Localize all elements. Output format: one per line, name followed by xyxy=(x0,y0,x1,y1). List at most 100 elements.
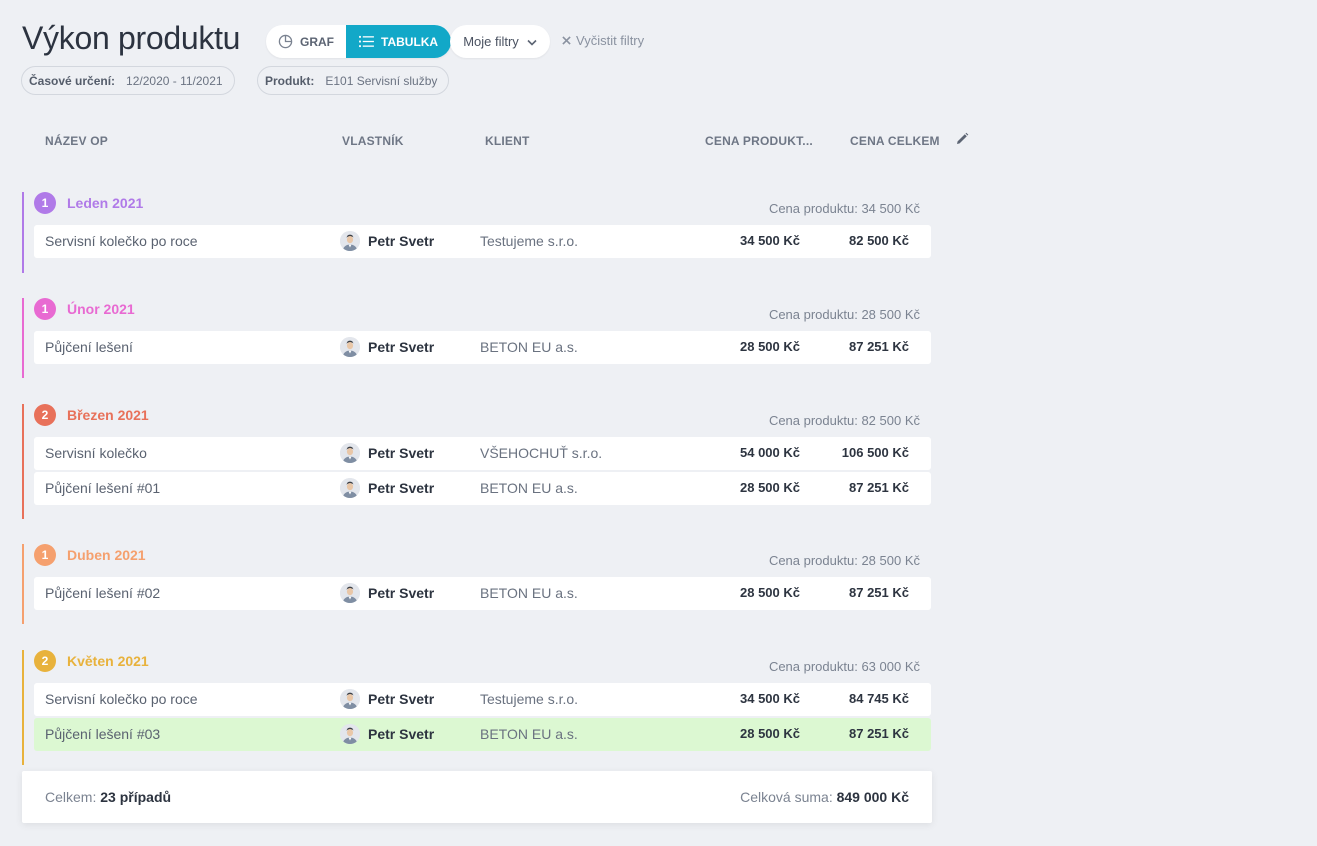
total-sum: Celková suma: 849 000 Kč xyxy=(740,789,909,805)
pie-chart-icon xyxy=(278,34,293,49)
row-total-price: 87 251 Kč xyxy=(849,726,909,741)
group-price-sum: Cena produktu: 34 500 Kč xyxy=(768,201,920,216)
total-count-value: 23 případů xyxy=(100,789,172,805)
graph-view-button[interactable]: GRAF xyxy=(266,25,346,58)
table-row[interactable]: Půjčení lešení #02 Petr Svetr BETON EU a.s… xyxy=(34,577,931,610)
close-icon xyxy=(562,33,571,48)
group-title[interactable]: Duben 2021 xyxy=(67,547,146,563)
group-title[interactable]: Březen 2021 xyxy=(67,407,149,423)
group-price-sum: Cena produktu: 28 500 Kč xyxy=(768,307,920,322)
table-view-button[interactable]: TABULKA xyxy=(346,25,452,58)
column-header-name[interactable]: NÁZEV OP xyxy=(45,134,108,148)
row-owner: Petr Svetr xyxy=(340,337,434,357)
edit-columns-button[interactable] xyxy=(955,132,969,151)
group-title[interactable]: Leden 2021 xyxy=(67,195,143,211)
table-row[interactable]: Servisní kolečko po roce Petr Svetr Testuj… xyxy=(34,683,931,716)
group-accent-bar xyxy=(22,298,24,378)
row-owner: Petr Svetr xyxy=(340,689,434,709)
group-accent-bar xyxy=(22,544,24,624)
page: Výkon produktu GRAF TABULKA Moje filtry … xyxy=(0,0,1317,846)
pencil-icon xyxy=(955,132,969,150)
product-chip-value: E101 Servisní služby xyxy=(325,73,438,88)
row-owner-name: Petr Svetr xyxy=(368,480,435,496)
row-product-price: 34 500 Kč xyxy=(740,691,800,706)
product-chip-label: Produkt: xyxy=(265,73,315,88)
group-title[interactable]: Únor 2021 xyxy=(67,301,135,317)
column-header-total-price[interactable]: CENA CELKEM xyxy=(850,134,940,148)
row-total-price: 82 500 Kč xyxy=(849,233,909,248)
table-row[interactable]: Půjčení lešení #03 Petr Svetr BETON EU a.s… xyxy=(34,718,931,751)
total-sum-value: 849 000 Kč xyxy=(836,789,909,805)
row-client: BETON EU a.s. xyxy=(480,585,578,601)
row-total-price: 87 251 Kč xyxy=(849,480,909,495)
my-filters-label: Moje filtry xyxy=(463,34,519,49)
row-op-name: Půjčení lešení #01 xyxy=(45,480,161,496)
column-header-product-price[interactable]: CENA PRODUKT... xyxy=(705,134,813,148)
table-row[interactable]: Půjčení lešení #01 Petr Svetr BETON EU a.s… xyxy=(34,472,931,505)
row-owner: Petr Svetr xyxy=(340,724,434,744)
group-count-badge: 1 xyxy=(34,192,56,214)
row-client: VŠEHOCHUŤ s.r.o. xyxy=(480,445,603,461)
avatar xyxy=(340,583,360,603)
group-price-sum: Cena produktu: 82 500 Kč xyxy=(768,413,920,428)
row-op-name: Servisní kolečko xyxy=(45,445,147,461)
month-group: 2 Květen 2021 Cena produktu: 63 000 Kč Serv… xyxy=(22,650,932,765)
row-total-price: 84 745 Kč xyxy=(849,691,909,706)
table-row[interactable]: Servisní kolečko po roce Petr Svetr Testuj… xyxy=(34,225,931,258)
row-owner-name: Petr Svetr xyxy=(368,726,435,742)
group-title[interactable]: Květen 2021 xyxy=(67,653,149,669)
period-filter-chip[interactable]: Časové určení: 12/2020 - 11/2021 xyxy=(21,66,235,95)
row-owner: Petr Svetr xyxy=(340,231,434,251)
my-filters-dropdown[interactable]: Moje filtry xyxy=(450,25,550,58)
total-sum-label: Celková suma: xyxy=(740,789,833,805)
row-op-name: Půjčení lešení #02 xyxy=(45,585,161,601)
row-op-name: Půjčení lešení xyxy=(45,339,133,355)
group-count-badge: 1 xyxy=(34,544,56,566)
graph-view-label: GRAF xyxy=(300,34,334,49)
table-row[interactable]: Půjčení lešení Petr Svetr BETON EU a.s. 28 … xyxy=(34,331,931,364)
clear-filters-button[interactable]: Vyčistit filtry xyxy=(562,33,644,48)
row-op-name: Půjčení lešení #03 xyxy=(45,726,161,742)
group-price-sum: Cena produktu: 28 500 Kč xyxy=(768,553,920,568)
page-title: Výkon produktu xyxy=(22,20,241,56)
table-view-label: TABULKA xyxy=(381,34,439,49)
avatar xyxy=(340,689,360,709)
group-count-badge: 1 xyxy=(34,298,56,320)
group-accent-bar xyxy=(22,650,24,765)
summary-footer: Celkem: 23 případů Celková suma: 849 000… xyxy=(22,771,932,823)
list-icon xyxy=(359,35,374,48)
row-client: BETON EU a.s. xyxy=(480,480,578,496)
column-header-client[interactable]: KLIENT xyxy=(485,134,530,148)
row-op-name: Servisní kolečko po roce xyxy=(45,691,198,707)
row-owner-name: Petr Svetr xyxy=(368,691,435,707)
avatar xyxy=(340,724,360,744)
view-toggle: GRAF TABULKA xyxy=(266,25,452,58)
row-owner-name: Petr Svetr xyxy=(368,445,435,461)
row-owner-name: Petr Svetr xyxy=(368,233,435,249)
column-header-owner[interactable]: VLASTNÍK xyxy=(342,134,404,148)
avatar xyxy=(340,478,360,498)
row-client: Testujeme s.r.o. xyxy=(480,691,579,707)
row-client: BETON EU a.s. xyxy=(480,726,578,742)
avatar xyxy=(340,337,360,357)
row-owner-name: Petr Svetr xyxy=(368,585,435,601)
row-product-price: 28 500 Kč xyxy=(740,480,800,495)
row-op-name: Servisní kolečko po roce xyxy=(45,233,198,249)
chevron-down-icon xyxy=(527,34,537,49)
period-chip-value: 12/2020 - 11/2021 xyxy=(126,73,223,88)
group-count-badge: 2 xyxy=(34,650,56,672)
table-row[interactable]: Servisní kolečko Petr Svetr VŠEHOCHUŤ s.r.… xyxy=(34,437,931,470)
row-client: BETON EU a.s. xyxy=(480,339,578,355)
total-count: Celkem: 23 případů xyxy=(45,789,171,805)
group-count-badge: 2 xyxy=(34,404,56,426)
row-total-price: 87 251 Kč xyxy=(849,585,909,600)
avatar xyxy=(340,231,360,251)
avatar xyxy=(340,443,360,463)
clear-filters-label: Vyčistit filtry xyxy=(576,33,645,48)
month-group: 1 Únor 2021 Cena produktu: 28 500 Kč Půjčen… xyxy=(22,298,932,378)
product-filter-chip[interactable]: Produkt: E101 Servisní služby xyxy=(257,66,450,95)
row-owner: Petr Svetr xyxy=(340,478,434,498)
row-product-price: 28 500 Kč xyxy=(740,339,800,354)
month-group: 1 Duben 2021 Cena produktu: 28 500 Kč Půjče… xyxy=(22,544,932,624)
row-total-price: 87 251 Kč xyxy=(849,339,909,354)
